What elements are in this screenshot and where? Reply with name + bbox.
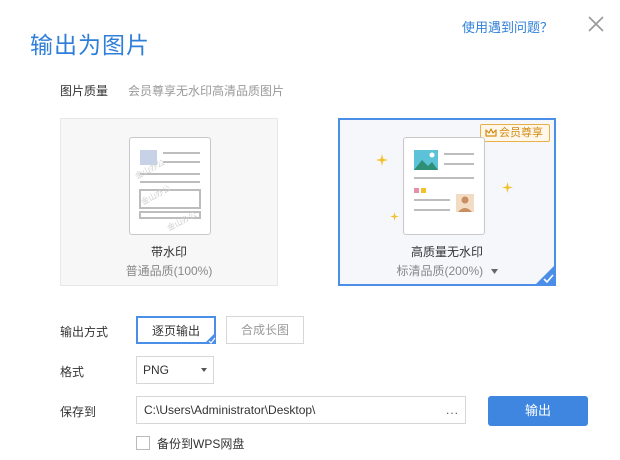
caret-down-icon	[490, 269, 498, 275]
selected-check-icon	[204, 332, 216, 344]
hd-doc-preview-icon	[403, 137, 485, 235]
format-select-value: PNG	[143, 363, 170, 377]
quality-option-hd[interactable]: 会员尊享 高质量无水印 标清品质(200%)	[338, 118, 556, 286]
output-mode-per-page-button[interactable]: 逐页输出	[136, 316, 216, 344]
hd-option-title: 高质量无水印	[410, 245, 483, 259]
export-button[interactable]: 输出	[488, 396, 588, 426]
format-label: 格式	[60, 365, 85, 379]
save-path-value: C:\Users\Administrator\Desktop\	[144, 403, 316, 417]
watermark-overlay: 金山办公 金山办公 金山办公	[133, 157, 198, 233]
vip-badge: 会员尊享	[480, 124, 550, 142]
sparkle-icon	[376, 154, 388, 166]
quality-hint: 会员尊享无水印高清品质图片	[128, 84, 285, 98]
sparkle-icon	[390, 212, 399, 221]
output-mode-long-image-button[interactable]: 合成长图	[226, 316, 304, 344]
output-mode-per-page-label: 逐页输出	[151, 324, 200, 338]
watermark-text: 金山办公	[139, 183, 172, 207]
save-to-label: 保存到	[60, 405, 97, 419]
close-icon[interactable]	[586, 14, 606, 34]
quality-label: 图片质量	[60, 84, 109, 98]
format-select[interactable]: PNG	[136, 356, 214, 384]
help-link[interactable]: 使用遇到问题？	[462, 17, 553, 36]
sparkle-icon	[502, 182, 513, 193]
watermark-option-subtitle: 普通品质(100%)	[125, 264, 213, 278]
backup-checkbox-label: 备份到WPS网盘	[157, 437, 245, 451]
crown-icon	[485, 128, 497, 137]
hd-option-subtitle[interactable]: 标清品质(200%)	[340, 262, 554, 279]
browse-button[interactable]: ...	[446, 397, 459, 423]
watermark-text: 金山办公	[165, 209, 198, 233]
hd-option-subtitle-text: 标清品质(200%)	[396, 264, 484, 278]
dropdown-arrow-icon	[201, 368, 207, 372]
watermark-option-title: 带水印	[150, 245, 187, 259]
quality-option-watermark[interactable]: 金山办公 金山办公 金山办公 带水印 普通品质(100%)	[60, 118, 278, 286]
backup-checkbox[interactable]	[136, 436, 150, 450]
dialog-title: 输出为图片	[30, 32, 150, 58]
vip-badge-label: 会员尊享	[499, 127, 543, 139]
watermark-text: 金山办公	[133, 157, 166, 181]
selected-check-icon	[534, 264, 556, 286]
save-path-input[interactable]: C:\Users\Administrator\Desktop\ ...	[136, 396, 466, 424]
output-mode-label: 输出方式	[60, 325, 109, 339]
